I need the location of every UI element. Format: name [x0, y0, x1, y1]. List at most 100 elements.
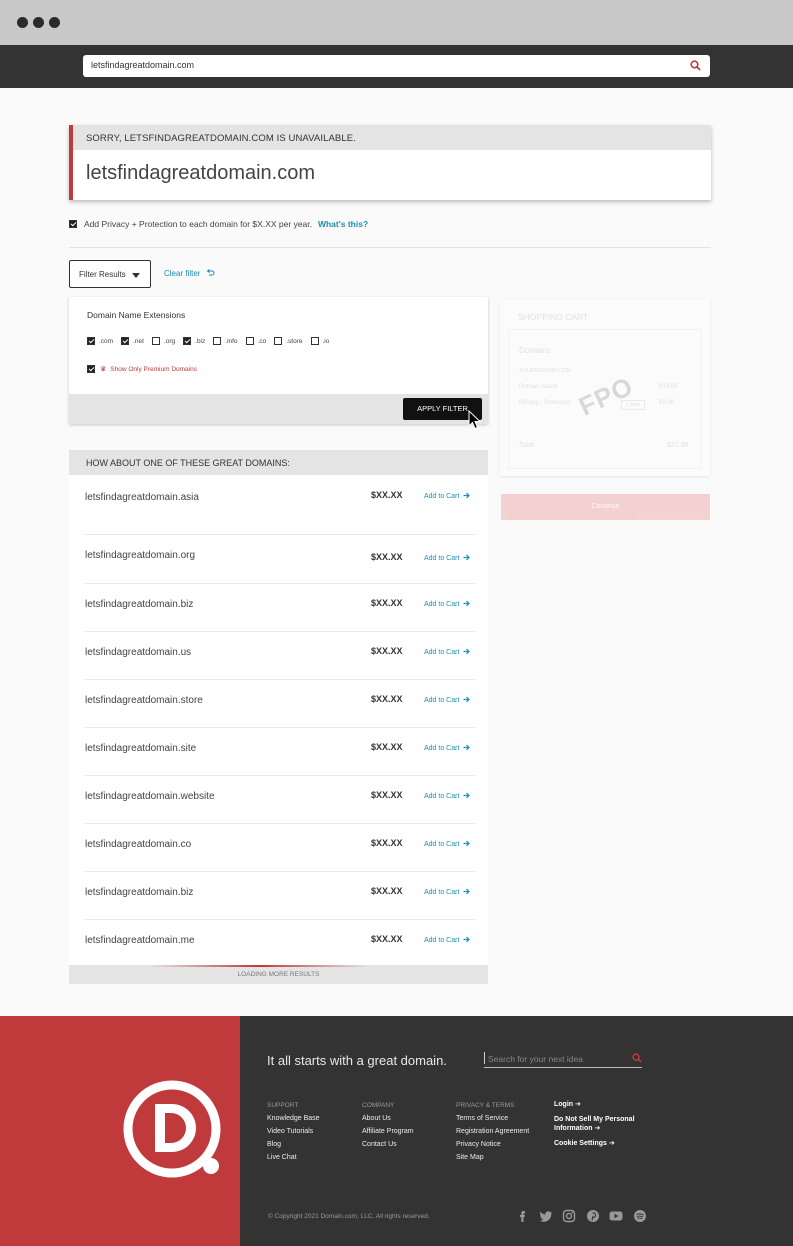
arrow-right-icon [463, 840, 471, 847]
suggestion-price: $XX.XX [371, 886, 403, 896]
premium-checkbox[interactable] [87, 365, 95, 373]
ext-com[interactable]: .com [87, 337, 113, 345]
add-to-cart-link[interactable]: Add to Cart [424, 744, 471, 752]
ext-label: .io [322, 337, 330, 345]
caret-down-icon [132, 273, 140, 278]
footer-link[interactable]: Blog [267, 1141, 320, 1148]
ext-label: .org [163, 337, 176, 345]
arrow-right-icon [463, 492, 471, 499]
social-links [515, 1209, 656, 1223]
unavailable-notice: SORRY, LETSFINDAGREATDOMAIN.COM IS UNAVA… [69, 125, 711, 200]
clear-filter-link[interactable]: Clear filter [164, 269, 215, 278]
ext-label: .info [225, 337, 238, 345]
whats-this-link[interactable]: What's this? [318, 219, 368, 229]
window-dot-2[interactable] [33, 17, 44, 28]
instagram-icon[interactable] [562, 1209, 576, 1223]
filter-results-label: Filter Results [79, 270, 126, 279]
spotify-icon[interactable] [633, 1209, 647, 1223]
premium-only-option[interactable]: ♛ Show Only Premium Domains [87, 365, 197, 373]
suggestion-domain: letsfindagreatdomain.asia [85, 492, 199, 503]
ext-checkbox[interactable] [213, 337, 222, 345]
footer-column-support: SUPPORT Knowledge Base Video Tutorials B… [267, 1102, 320, 1167]
arrow-right-icon [463, 554, 471, 561]
add-to-cart-link[interactable]: Add to Cart [424, 600, 471, 608]
suggestion-domain: letsfindagreatdomain.biz [85, 599, 194, 610]
suggestion-price: $XX.XX [371, 790, 403, 800]
arrow-right-icon [463, 648, 471, 655]
suggestions-title: HOW ABOUT ONE OF THESE GREAT DOMAINS: [86, 458, 290, 468]
suggestion-domain: letsfindagreatdomain.me [85, 935, 195, 946]
cart-domain-name: YOURDOMAIN.COM [519, 368, 572, 374]
loading-progress-line [149, 965, 369, 967]
search-icon[interactable] [690, 60, 701, 71]
twitter-icon[interactable] [539, 1209, 553, 1223]
footer-account-links: Login ➔ Do Not Sell My Personal Informat… [554, 1100, 646, 1154]
add-to-cart-link[interactable]: Add to Cart [424, 840, 471, 848]
domain-search-input[interactable]: letsfindagreatdomain.com [83, 55, 710, 77]
privacy-checkbox[interactable] [69, 220, 77, 228]
add-to-cart-link[interactable]: Add to Cart [424, 554, 471, 562]
continue-button[interactable]: Continue [501, 494, 710, 520]
loading-bar: LOADING MORE RESULTS [69, 965, 488, 984]
footer-link[interactable]: Registration Agreement [456, 1128, 529, 1135]
footer-column-privacy-terms: PRIVACY & TERMS Terms of Service Registr… [456, 1102, 529, 1167]
ext-info[interactable]: .info [213, 337, 238, 345]
clear-filter-label: Clear filter [164, 269, 201, 278]
ext-io[interactable]: .io [310, 337, 330, 345]
youtube-icon[interactable] [609, 1209, 623, 1223]
ext-label: .store [286, 337, 303, 345]
add-to-cart-link[interactable]: Add to Cart [424, 792, 471, 800]
footer-link[interactable]: Affiliate Program [362, 1128, 414, 1135]
privacy-text: Add Privacy + Protection to each domain … [84, 219, 312, 229]
domain-logo-icon[interactable] [122, 1080, 224, 1182]
arrow-right-icon [463, 696, 471, 703]
footer-link[interactable]: Terms of Service [456, 1115, 529, 1122]
footer-link[interactable]: About Us [362, 1115, 414, 1122]
facebook-icon[interactable] [515, 1209, 529, 1223]
footer-link[interactable]: Live Chat [267, 1154, 320, 1161]
ext-co[interactable]: .co [245, 337, 266, 345]
cart-total-label: Total [519, 442, 534, 449]
cookie-settings-link[interactable]: Cookie Settings ➔ [554, 1139, 646, 1148]
footer-link[interactable]: Knowledge Base [267, 1115, 320, 1122]
add-to-cart-link[interactable]: Add to Cart [424, 696, 471, 704]
window-dot-1[interactable] [17, 17, 28, 28]
add-to-cart-link[interactable]: Add to Cart [424, 936, 471, 944]
footer-column-heading: COMPANY [362, 1102, 395, 1109]
ext-checkbox[interactable] [245, 337, 254, 345]
suggestions-header: HOW ABOUT ONE OF THESE GREAT DOMAINS: [69, 450, 488, 475]
suggestion-row: letsfindagreatdomain.us $XX.XX Add to Cart [85, 632, 475, 680]
shopping-cart: SHOPPING CART Domains YOURDOMAIN.COM Dom… [498, 297, 714, 522]
footer-link[interactable]: Contact Us [362, 1141, 414, 1148]
ext-checkbox[interactable] [274, 337, 283, 345]
do-not-sell-link[interactable]: Do Not Sell My Personal Information ➔ [554, 1115, 646, 1133]
suggestion-domain: letsfindagreatdomain.co [85, 839, 192, 850]
ext-store[interactable]: .store [274, 337, 303, 345]
pinterest-icon[interactable] [586, 1209, 600, 1223]
cookie-settings-label: Cookie Settings [554, 1140, 607, 1147]
suggestion-row: letsfindagreatdomain.asia $XX.XX Add to Ca… [85, 476, 475, 535]
footer-search-input[interactable]: Search for your next idea [484, 1051, 642, 1068]
filter-results-dropdown[interactable]: Filter Results [69, 260, 151, 288]
add-to-cart-link[interactable]: Add to Cart [424, 648, 471, 656]
add-to-cart-link[interactable]: Add to Cart [424, 492, 471, 500]
ext-checkbox[interactable] [87, 337, 95, 345]
search-icon[interactable] [632, 1053, 642, 1063]
ext-checkbox[interactable] [121, 337, 130, 345]
footer-link[interactable]: Site Map [456, 1154, 529, 1161]
suggestion-price: $XX.XX [371, 742, 403, 752]
ext-checkbox[interactable] [310, 337, 319, 345]
ext-org[interactable]: .org [151, 337, 176, 345]
ext-label: .net [133, 337, 144, 345]
add-to-cart-link[interactable]: Add to Cart [424, 888, 471, 896]
window-dot-3[interactable] [49, 17, 60, 28]
ext-checkbox[interactable] [151, 337, 160, 345]
footer-link[interactable]: Privacy Notice [456, 1141, 529, 1148]
login-link[interactable]: Login ➔ [554, 1100, 646, 1109]
footer-link[interactable]: Video Tutorials [267, 1128, 320, 1135]
premium-label: Show Only Premium Domains [110, 365, 197, 373]
suggestion-domain: letsfindagreatdomain.org [85, 550, 196, 561]
ext-checkbox[interactable] [183, 337, 192, 345]
ext-biz[interactable]: .biz [183, 337, 205, 345]
ext-net[interactable]: .net [121, 337, 144, 345]
